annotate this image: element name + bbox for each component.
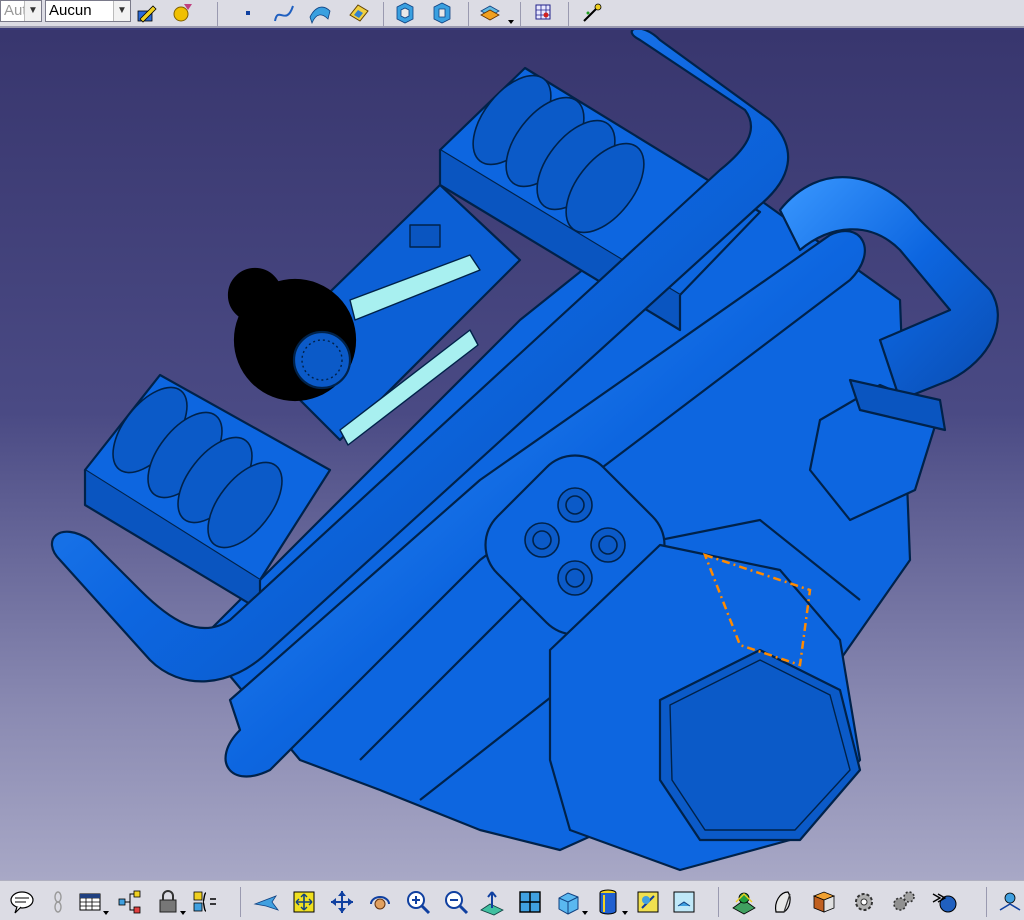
formula-icon[interactable] <box>192 888 220 916</box>
shading-icon[interactable] <box>594 888 622 916</box>
table-icon[interactable] <box>76 888 104 916</box>
point-icon[interactable] <box>237 1 261 25</box>
lock-icon[interactable] <box>154 888 182 916</box>
assembly-model[interactable] <box>0 30 1024 880</box>
settings-icon[interactable] <box>850 888 878 916</box>
top-toolbar: Aut ▼ Aucun ▼ <box>0 0 1024 28</box>
tools-icon[interactable] <box>770 888 798 916</box>
line-type-combo-value: Aucun <box>49 2 92 19</box>
zoom-in-icon[interactable] <box>404 888 432 916</box>
curve-icon[interactable] <box>272 1 296 25</box>
surface-icon[interactable] <box>308 1 332 25</box>
chevron-down-icon[interactable]: ▼ <box>113 1 130 21</box>
multi-view-icon[interactable] <box>516 888 544 916</box>
measure-icon[interactable] <box>580 1 604 25</box>
pan-icon[interactable] <box>328 888 356 916</box>
part-body-icon[interactable] <box>393 1 417 25</box>
color-picker-icon[interactable] <box>135 1 159 25</box>
zoom-out-icon[interactable] <box>442 888 470 916</box>
options-icon[interactable] <box>810 888 838 916</box>
flyout-icon[interactable] <box>930 888 958 916</box>
iso-view-icon[interactable] <box>554 888 582 916</box>
last-icon[interactable] <box>996 888 1024 916</box>
chevron-down-icon[interactable]: ▼ <box>24 1 41 21</box>
constraint-icon[interactable] <box>532 1 556 25</box>
catalog-icon[interactable] <box>730 888 758 916</box>
chain-icon[interactable] <box>44 888 72 916</box>
tree-icon[interactable] <box>116 888 144 916</box>
swap-visible-icon[interactable] <box>670 888 698 916</box>
insert-component-icon[interactable] <box>478 1 502 25</box>
speech-bubble-icon[interactable] <box>8 888 36 916</box>
hide-show-icon[interactable] <box>634 888 662 916</box>
bottom-toolbar <box>0 880 1024 920</box>
gears-icon[interactable] <box>890 888 918 916</box>
material-icon[interactable] <box>170 1 194 25</box>
fill-icon[interactable] <box>346 1 370 25</box>
geometrical-set-icon[interactable] <box>430 1 454 25</box>
line-type-combo[interactable]: Aucun ▼ <box>45 0 131 22</box>
rotate-icon[interactable] <box>366 888 394 916</box>
3d-viewport[interactable] <box>0 30 1024 880</box>
fit-all-icon[interactable] <box>290 888 318 916</box>
layer-combo[interactable]: Aut ▼ <box>0 0 42 22</box>
fly-mode-icon[interactable] <box>252 888 280 916</box>
normal-view-icon[interactable] <box>478 888 506 916</box>
